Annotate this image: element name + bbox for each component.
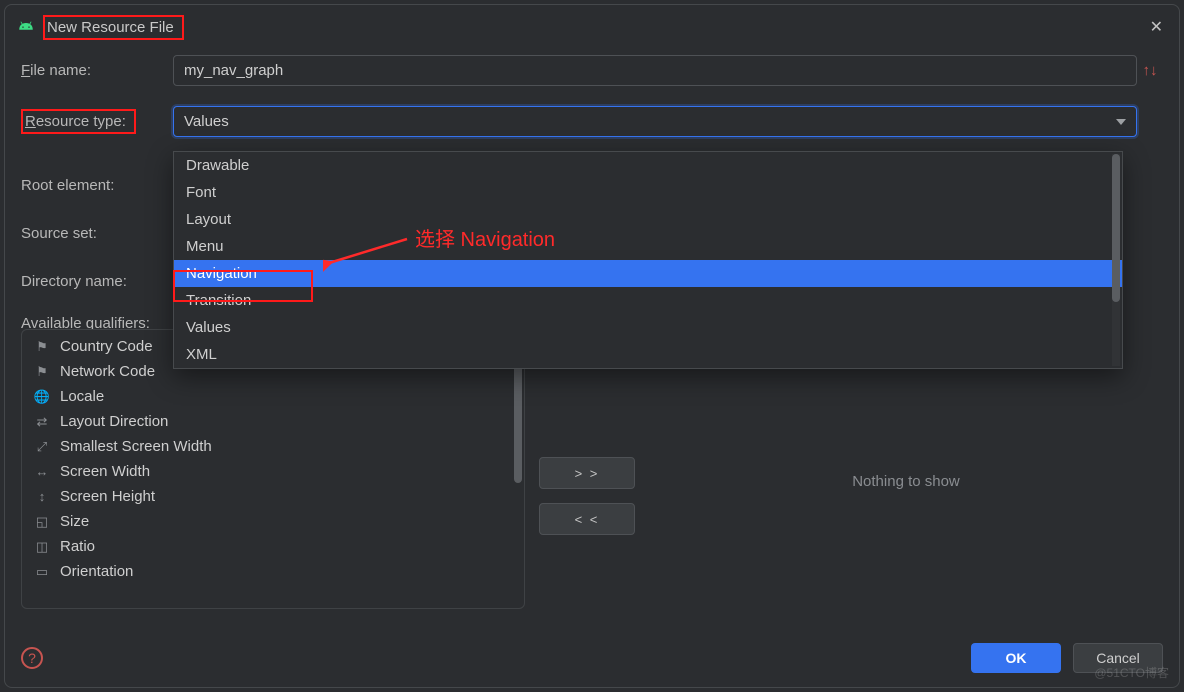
- resource-type-combo[interactable]: Values: [173, 106, 1137, 137]
- dropdown-option[interactable]: Layout: [174, 206, 1122, 233]
- qualifier-item[interactable]: ◱Size: [22, 509, 524, 534]
- qualifiers-column: ⚑Country Code ⚑Network Code 🌐Locale ⇄Lay…: [21, 329, 525, 633]
- ratio-icon: ◫: [34, 539, 50, 555]
- close-icon[interactable]: ✕: [1146, 13, 1167, 41]
- globe-icon: 🌐: [34, 389, 50, 405]
- signal-icon: ⚑: [34, 364, 50, 380]
- qualifier-item[interactable]: 🌐Locale: [22, 384, 524, 409]
- root-element-label: Root element:: [21, 177, 114, 194]
- add-qualifier-button[interactable]: > >: [539, 457, 635, 489]
- help-icon[interactable]: ?: [21, 647, 43, 669]
- ok-button[interactable]: OK: [971, 643, 1061, 673]
- dialog-title-highlight: New Resource File: [43, 15, 184, 40]
- qualifier-item[interactable]: ▭Orientation: [22, 559, 524, 584]
- height-icon: ↕: [34, 489, 50, 505]
- resource-type-dropdown[interactable]: Drawable Font Layout Menu Navigation Tra…: [173, 151, 1123, 369]
- qualifier-item[interactable]: ◫Ratio: [22, 534, 524, 559]
- directory-name-label: Directory name:: [21, 273, 127, 290]
- chevron-down-icon: [1116, 119, 1126, 125]
- empty-placeholder: Nothing to show: [852, 473, 960, 490]
- transfer-buttons: > > < <: [539, 329, 635, 633]
- file-name-label: File name:: [21, 62, 173, 79]
- dropdown-option[interactable]: Transition: [174, 287, 1122, 314]
- resize-icon: ⤢: [34, 439, 50, 455]
- qualifier-item[interactable]: ↕Screen Height: [22, 484, 524, 509]
- orientation-icon: ▭: [34, 564, 50, 580]
- dropdown-option[interactable]: Menu: [174, 233, 1122, 260]
- flag-icon: ⚑: [34, 339, 50, 355]
- qualifiers-list[interactable]: ⚑Country Code ⚑Network Code 🌐Locale ⇄Lay…: [21, 329, 525, 609]
- resource-type-label: Resource type:: [21, 109, 173, 134]
- width-icon: ↔: [34, 464, 50, 480]
- chosen-qualifiers-panel: Nothing to show: [649, 329, 1163, 633]
- dropdown-option-selected[interactable]: Navigation: [174, 260, 1122, 287]
- source-set-label: Source set:: [21, 225, 97, 242]
- dialog-footer: ? OK Cancel: [5, 633, 1179, 687]
- swap-order-icon[interactable]: ↑↓: [1137, 62, 1163, 79]
- android-icon: [17, 17, 35, 38]
- file-name-input[interactable]: [173, 55, 1137, 86]
- dropdown-option[interactable]: Values: [174, 314, 1122, 341]
- scrollbar[interactable]: [1112, 154, 1120, 366]
- dropdown-option[interactable]: XML: [174, 341, 1122, 368]
- remove-qualifier-button[interactable]: < <: [539, 503, 635, 535]
- dropdown-option[interactable]: Font: [174, 179, 1122, 206]
- size-icon: ◱: [34, 514, 50, 530]
- cancel-button[interactable]: Cancel: [1073, 643, 1163, 673]
- qualifier-item[interactable]: ↔Screen Width: [22, 459, 524, 484]
- arrow-icon: ⇄: [34, 414, 50, 430]
- title-bar: New Resource File ✕: [5, 5, 1179, 45]
- new-resource-file-dialog: New Resource File ✕ File name: ↑↓ Resour…: [4, 4, 1180, 688]
- resource-type-value: Values: [184, 113, 229, 130]
- dropdown-option[interactable]: Drawable: [174, 152, 1122, 179]
- scrollbar[interactable]: [514, 334, 522, 604]
- dialog-title: New Resource File: [47, 19, 174, 36]
- qualifier-item[interactable]: ⤢Smallest Screen Width: [22, 434, 524, 459]
- qualifier-item[interactable]: ⇄Layout Direction: [22, 409, 524, 434]
- form-grid: File name: ↑↓ Resource type: Values: [5, 45, 1179, 141]
